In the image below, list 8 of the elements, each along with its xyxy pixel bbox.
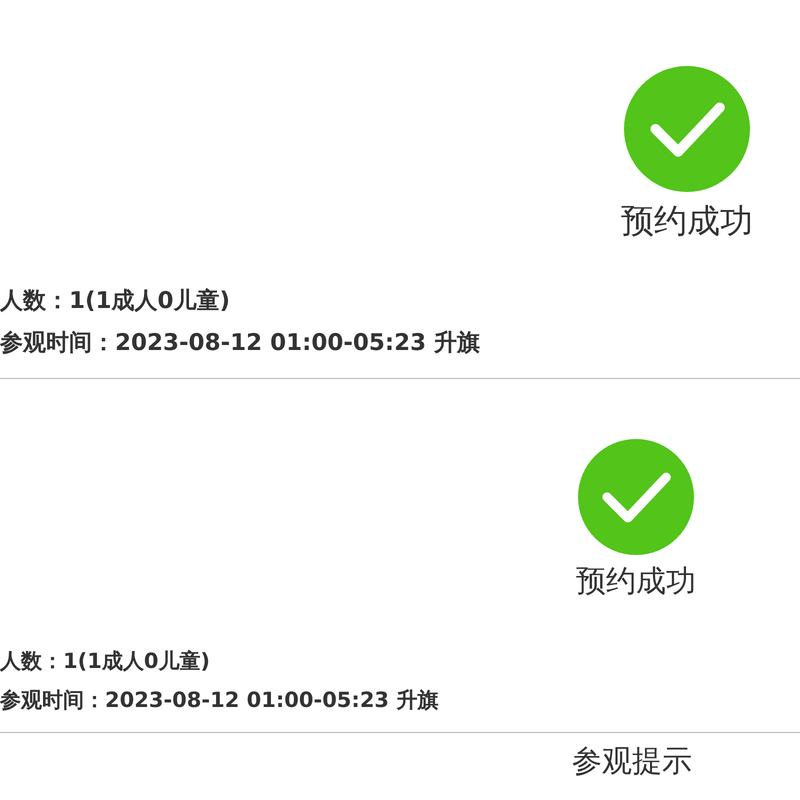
status-caption: 预约成功 [621,200,753,242]
detail-text: 参观时间：2023-08-12 01:00-05:23 升旗 [0,328,482,358]
detail-text: 参观时间：2023-08-12 01:00-05:23 升旗 [0,686,440,714]
section-title: 参观提示 [572,742,693,780]
check-circle-icon [578,438,694,554]
check-circle-icon [624,66,750,192]
status-caption: 预约成功 [576,562,696,600]
detail-text: 人数：1(1成人0儿童) [0,648,212,674]
